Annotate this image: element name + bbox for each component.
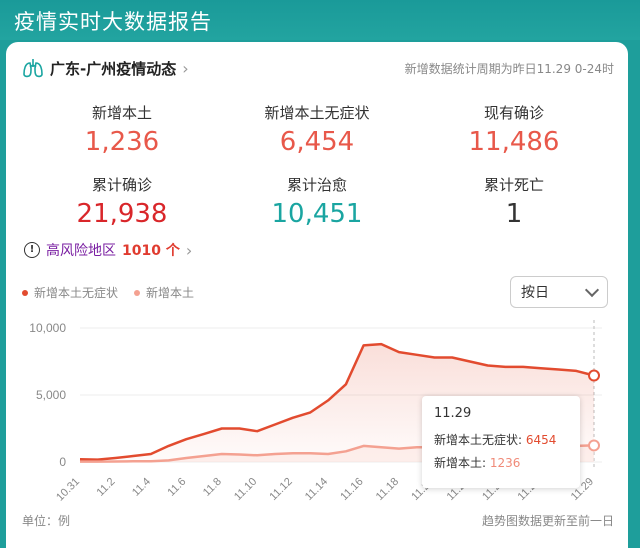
legend-item-asymptomatic[interactable]: 新增本土无症状 <box>22 284 118 301</box>
report-card: 广东-广州疫情动态 › 新增数据统计周期为昨日11.29 0-24时 新增本土 … <box>6 42 628 548</box>
chevron-right-icon: › <box>185 240 193 260</box>
y-tick-label: 0 <box>59 455 66 469</box>
chevron-right-icon: › <box>182 58 189 78</box>
series-point-asymptomatic <box>588 369 600 382</box>
x-tick-label: 11.6 <box>165 476 188 499</box>
stat-label: 累计死亡 <box>483 176 544 194</box>
stat-value: 10,451 <box>271 199 363 229</box>
alert-icon: ! <box>24 242 40 258</box>
x-tick-label: 11.14 <box>303 476 330 503</box>
top-bar: 疫情实时大数据报告 <box>0 0 640 40</box>
tooltip-value: 1236 <box>489 456 521 470</box>
legend-item-local[interactable]: 新增本土 <box>134 284 194 301</box>
stat-total-deaths: 累计死亡 1 <box>414 174 614 229</box>
x-tick-label: 11.10 <box>232 476 259 503</box>
stat-value: 11,486 <box>468 127 560 157</box>
risk-label: 高风险地区 <box>46 243 116 259</box>
stat-current-confirmed: 现有确诊 11,486 <box>414 102 614 157</box>
x-tick-label: 11.12 <box>267 476 294 503</box>
period-note: 新增数据统计周期为昨日11.29 0-24时 <box>404 62 614 76</box>
legend-label: 新增本土无症状 <box>34 286 119 300</box>
stat-new-asymptomatic: 新增本土无症状 6,454 <box>217 102 417 157</box>
x-tick-label: 11.18 <box>374 476 401 503</box>
chart-legend: 新增本土无症状 新增本土 <box>22 284 194 301</box>
risk-count: 1010 个 <box>122 243 180 259</box>
y-tick-label: 5,000 <box>36 388 66 402</box>
x-tick-label: 10.31 <box>54 476 82 504</box>
tooltip-date: 11.29 <box>434 406 472 421</box>
stat-value: 1 <box>505 199 523 229</box>
stat-label: 现有确诊 <box>483 104 544 122</box>
region-title: 广东-广州疫情动态 <box>50 59 177 78</box>
chart-tooltip: 11.29 新增本土无症状: 6454 新增本土: 1236 <box>422 396 580 488</box>
x-tick-label: 11.2 <box>95 476 118 499</box>
tooltip-row-local: 新增本土: 1236 <box>434 454 568 471</box>
y-tick-label: 10,000 <box>29 321 66 335</box>
chevron-down-icon <box>584 282 600 298</box>
tooltip-label: 新增本土: <box>434 456 487 470</box>
stat-label: 新增本土 <box>91 104 152 122</box>
tooltip-value: 6454 <box>525 433 557 447</box>
legend-label: 新增本土 <box>146 286 195 300</box>
unit-note: 单位：例 <box>22 514 71 528</box>
lungs-icon <box>23 59 43 78</box>
x-tick-label: 11.4 <box>130 476 153 499</box>
legend-dot <box>134 289 141 296</box>
tooltip-label: 新增本土无症状: <box>434 433 523 447</box>
x-tick-label: 11.8 <box>201 476 224 499</box>
stat-value: 1,236 <box>84 127 160 157</box>
stat-total-cured: 累计治愈 10,451 <box>217 174 417 229</box>
stat-label: 累计确诊 <box>91 176 152 194</box>
stat-value: 21,938 <box>76 199 168 229</box>
high-risk-link[interactable]: ! 高风险地区 1010 个 › <box>24 240 192 260</box>
stat-value: 6,454 <box>279 127 355 157</box>
x-tick-label: 11.16 <box>338 476 365 503</box>
region-header[interactable]: 广东-广州疫情动态 › <box>22 56 189 80</box>
period-select[interactable]: 按日 <box>510 276 608 308</box>
select-value: 按日 <box>521 285 549 301</box>
app-title: 疫情实时大数据报告 <box>14 10 212 34</box>
stat-label: 新增本土无症状 <box>264 104 370 122</box>
stat-total-confirmed: 累计确诊 21,938 <box>22 174 222 229</box>
stat-label: 累计治愈 <box>286 176 347 194</box>
series-point-local <box>588 439 600 452</box>
tooltip-row-asymptomatic: 新增本土无症状: 6454 <box>434 431 568 448</box>
stat-new-local: 新增本土 1,236 <box>22 102 222 157</box>
update-note: 趋势图数据更新至前一日 <box>481 514 614 528</box>
legend-dot <box>22 289 28 296</box>
